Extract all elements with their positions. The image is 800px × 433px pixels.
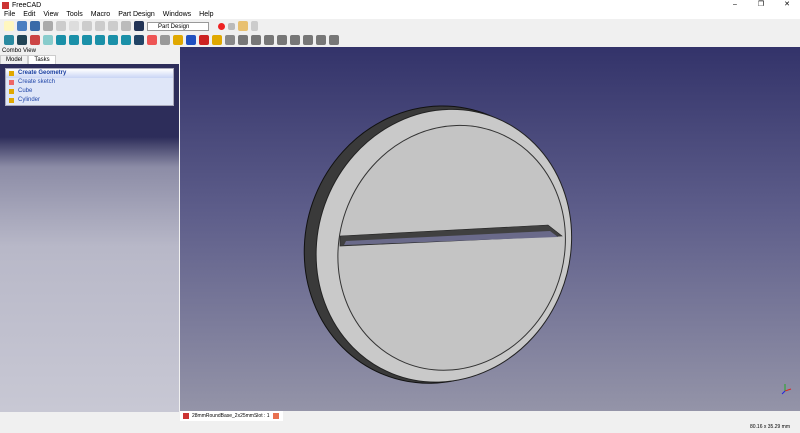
taskbox-title: Create Geometry: [18, 70, 67, 76]
menu-edit[interactable]: Edit: [19, 10, 39, 19]
constraint-coincident-icon[interactable]: [290, 35, 300, 45]
close-tab-icon[interactable]: [272, 412, 279, 419]
item-label: Cylinder: [18, 97, 41, 103]
copy-icon[interactable]: [69, 21, 79, 31]
whats-this-icon[interactable]: [134, 21, 144, 31]
view-left-icon[interactable]: [121, 35, 131, 45]
part-icon[interactable]: [173, 35, 183, 45]
fit-all-icon[interactable]: [4, 35, 14, 45]
cylinder-item[interactable]: Cylinder: [6, 96, 173, 105]
item-label: Create sketch: [18, 79, 56, 85]
constraint-horizontal-icon[interactable]: [303, 35, 313, 45]
close-button[interactable]: ✕: [774, 0, 800, 10]
create-geometry-taskbox: Create Geometry Create sketch Cube Cylin…: [5, 68, 174, 106]
view-front-icon[interactable]: [56, 35, 66, 45]
cube-item[interactable]: Cube: [6, 87, 173, 96]
axis-cross-icon: [781, 384, 792, 395]
run-macro-icon[interactable]: [251, 21, 258, 31]
arc-icon[interactable]: [238, 35, 248, 45]
rectangle-icon[interactable]: [264, 35, 274, 45]
tab-model[interactable]: Model: [0, 55, 29, 64]
new-icon[interactable]: [4, 21, 14, 31]
document-icon: [183, 413, 189, 419]
menu-file[interactable]: File: [0, 10, 19, 19]
save-icon[interactable]: [30, 21, 40, 31]
constraint-lock-icon[interactable]: [329, 35, 339, 45]
circle-icon[interactable]: [251, 35, 261, 45]
minimize-button[interactable]: –: [722, 0, 748, 10]
cube-icon: [9, 89, 14, 94]
view-rear-icon[interactable]: [95, 35, 105, 45]
3d-viewport[interactable]: [180, 47, 800, 411]
paste-icon[interactable]: [82, 21, 92, 31]
fit-selection-icon[interactable]: [17, 35, 27, 45]
revolution-icon[interactable]: [199, 35, 209, 45]
record-macro-icon[interactable]: [218, 22, 225, 30]
macros-icon[interactable]: [238, 21, 248, 31]
open-icon[interactable]: [17, 21, 27, 31]
workbench-selector[interactable]: Part Design: [147, 21, 209, 31]
cylinder-icon: [9, 98, 14, 103]
freecad-logo-icon: [2, 1, 9, 9]
print-icon[interactable]: [43, 21, 53, 31]
file-toolbar: Part Design: [0, 19, 800, 33]
maximize-button[interactable]: ❐: [748, 0, 774, 10]
menu-macro[interactable]: Macro: [87, 10, 114, 19]
view-right-icon[interactable]: [82, 35, 92, 45]
item-label: Cube: [18, 88, 33, 94]
combo-view-title: Combo View: [2, 48, 36, 54]
model-render: [303, 105, 792, 395]
additive-icon[interactable]: [212, 35, 222, 45]
geometry-icon: [9, 71, 14, 76]
tab-tasks[interactable]: Tasks: [28, 55, 56, 64]
combo-tabs: Model Tasks: [0, 55, 179, 64]
document-tab[interactable]: 28mmRoundBase_2x25mmSlot : 1: [180, 411, 283, 421]
menu-tools[interactable]: Tools: [62, 10, 86, 19]
menu-bar: File Edit View Tools Macro Part Design W…: [0, 10, 800, 19]
undo-icon[interactable]: [95, 21, 105, 31]
view-top-icon[interactable]: [69, 35, 79, 45]
view-isometric-icon[interactable]: [43, 35, 53, 45]
dimension-readout: 80.16 x 35.29 mm: [749, 424, 790, 430]
menu-part-design[interactable]: Part Design: [114, 10, 159, 19]
redo-icon[interactable]: [108, 21, 118, 31]
combo-view-header: Combo View: [0, 47, 179, 55]
menu-view[interactable]: View: [39, 10, 62, 19]
window-title: FreeCAD: [12, 1, 42, 9]
status-bar: 80.16 x 35.29 mm: [0, 421, 800, 433]
view-bottom-icon[interactable]: [108, 35, 118, 45]
constraint-vertical-icon[interactable]: [316, 35, 326, 45]
disc-face: [337, 124, 566, 371]
cut-icon[interactable]: [56, 21, 66, 31]
polygon-icon[interactable]: [277, 35, 287, 45]
pad-icon[interactable]: [160, 35, 170, 45]
draw-style-icon[interactable]: [30, 35, 40, 45]
combo-view-panel: Combo View Model Tasks Create Geometry C…: [0, 47, 179, 412]
view-toolbar: [0, 33, 800, 47]
line-icon[interactable]: [225, 35, 235, 45]
pocket-icon[interactable]: [186, 35, 196, 45]
menu-windows[interactable]: Windows: [159, 10, 195, 19]
create-sketch-item[interactable]: Create sketch: [6, 78, 173, 87]
refresh-icon[interactable]: [121, 21, 131, 31]
document-tab-label: 28mmRoundBase_2x25mmSlot : 1: [192, 413, 270, 419]
document-tabbar: 28mmRoundBase_2x25mmSlot : 1: [180, 411, 800, 421]
stop-macro-icon[interactable]: [228, 22, 235, 30]
sketch-icon: [9, 80, 14, 85]
title-bar: FreeCAD – ❐ ✕: [0, 0, 800, 10]
measure-icon[interactable]: [134, 35, 144, 45]
sketch-icon[interactable]: [147, 35, 157, 45]
menu-help[interactable]: Help: [195, 10, 217, 19]
taskbox-header[interactable]: Create Geometry: [6, 69, 173, 78]
